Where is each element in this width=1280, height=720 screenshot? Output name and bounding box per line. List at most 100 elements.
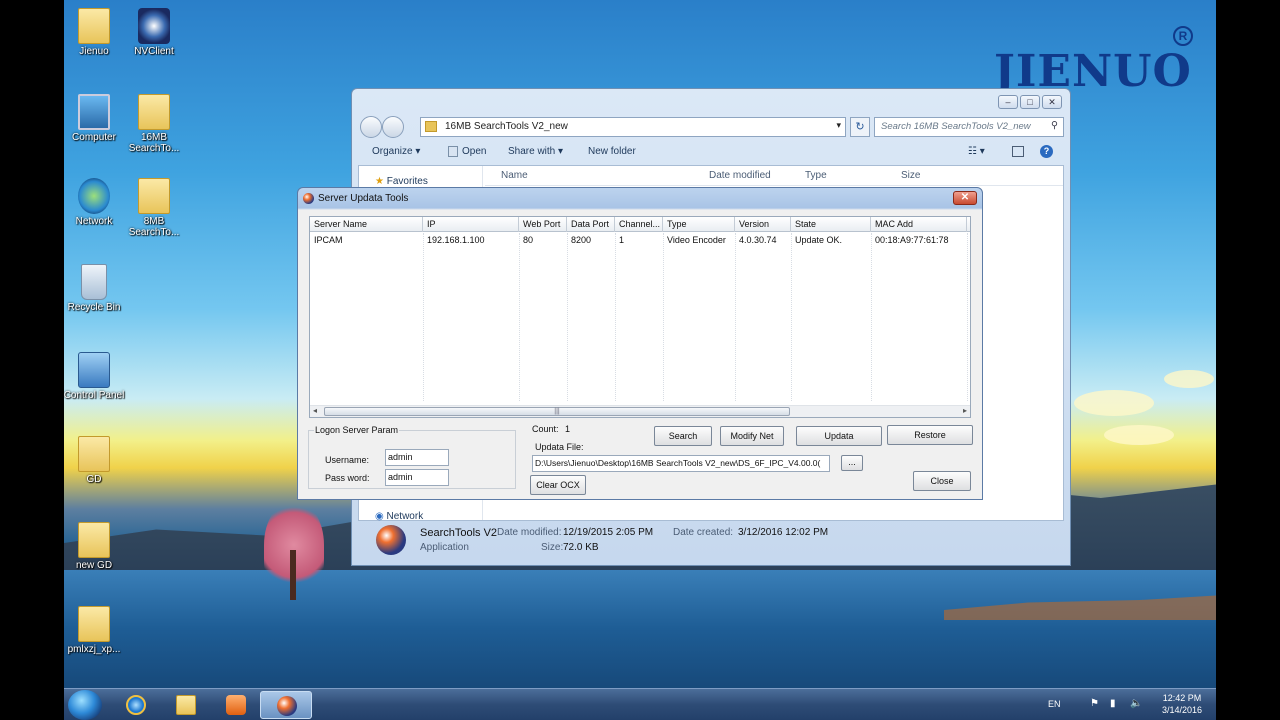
horizontal-scrollbar[interactable]: ◂ ||| ▸ <box>310 405 970 417</box>
column-headers: Name Date modified Type Size <box>485 166 1063 186</box>
navigation-bar: 16MB SearchTools V2_new ▾ ↻ Search 16MB … <box>358 115 1064 139</box>
taskbar-explorer[interactable] <box>160 691 212 719</box>
cell-web-port: 80 <box>523 235 534 245</box>
computer-icon <box>78 94 110 130</box>
cell-version: 4.0.30.74 <box>739 235 777 245</box>
chevron-down-icon[interactable]: ▾ <box>836 120 841 131</box>
flag-icon[interactable]: ⚑ <box>1090 698 1099 709</box>
organize-menu[interactable]: Organize ▾ <box>372 146 420 157</box>
nav-favorites[interactable]: ★ Favorites <box>375 176 428 187</box>
col-channel[interactable]: Channel... <box>615 217 663 232</box>
cell-data-port: 8200 <box>571 235 592 245</box>
close-button[interactable]: Close <box>913 471 971 491</box>
taskbar-internet-explorer[interactable] <box>110 691 162 719</box>
network-signal-icon[interactable]: ▮ <box>1110 698 1116 709</box>
open-button[interactable]: Open <box>462 146 486 157</box>
password-field[interactable]: admin <box>385 469 449 486</box>
restore-button[interactable]: Restore <box>887 425 973 445</box>
new-folder-button[interactable]: New folder <box>588 146 636 157</box>
start-button[interactable] <box>68 690 102 720</box>
taskbar: EN ⚑ ▮ 🔈 12:42 PM 3/14/2016 <box>64 688 1216 720</box>
close-button[interactable]: ✕ <box>1042 95 1062 109</box>
network-globe-icon <box>78 178 110 214</box>
taskbar-media-player[interactable] <box>210 691 262 719</box>
desktop-icon-8mb-searchtools[interactable]: 8MB SearchTo... <box>122 178 186 238</box>
scroll-right-icon[interactable]: ▸ <box>963 406 967 415</box>
taskbar-searchtools[interactable] <box>260 691 312 719</box>
username-label: Username: <box>325 455 370 465</box>
desktop-icon-control-panel[interactable]: Control Panel <box>62 352 126 401</box>
browse-button[interactable]: ... <box>841 455 863 471</box>
system-clock[interactable]: 12:42 PM 3/14/2016 <box>1162 692 1202 716</box>
search-icon: ⚲ <box>1051 120 1058 131</box>
date-modified-label: Date modified: <box>497 527 562 538</box>
col-ip[interactable]: IP <box>423 217 519 232</box>
desktop-icon-jienuo[interactable]: Jienuo <box>62 8 126 57</box>
column-name[interactable]: Name <box>501 170 528 181</box>
help-icon[interactable]: ? <box>1040 145 1053 158</box>
minimize-button[interactable]: – <box>998 95 1018 109</box>
desktop-icon-gd[interactable]: GD <box>62 436 126 485</box>
volume-icon[interactable]: 🔈 <box>1130 698 1142 709</box>
col-server-name[interactable]: Server Name <box>310 217 423 232</box>
desktop-icon-network[interactable]: Network <box>62 178 126 227</box>
scroll-thumb[interactable]: ||| <box>324 407 790 416</box>
letterbox-left <box>0 0 64 720</box>
desktop-icon-computer[interactable]: Computer <box>62 94 126 143</box>
col-version[interactable]: Version <box>735 217 791 232</box>
modify-net-button[interactable]: Modify Net <box>720 426 784 446</box>
open-icon <box>448 146 458 157</box>
server-list-grid[interactable]: Server Name IP Web Port Data Port Channe… <box>309 216 971 418</box>
preview-pane-icon[interactable] <box>1012 146 1024 157</box>
searchtools-icon <box>277 696 297 716</box>
media-player-icon <box>226 695 246 715</box>
search-input[interactable]: Search 16MB SearchTools V2_new ⚲ <box>874 117 1064 137</box>
username-field[interactable]: admin <box>385 449 449 466</box>
refresh-button[interactable]: ↻ <box>850 117 870 137</box>
desktop-icon-new-gd[interactable]: new GD <box>62 522 126 571</box>
desktop-icon-nvclient[interactable]: NVClient <box>122 8 186 57</box>
password-label: Pass word: <box>325 473 370 483</box>
desktop-icon-pmlxzj[interactable]: pmlxzj_xp... <box>62 606 126 655</box>
col-data-port[interactable]: Data Port <box>567 217 615 232</box>
address-bar[interactable]: 16MB SearchTools V2_new ▾ <box>420 117 846 137</box>
column-type[interactable]: Type <box>805 170 827 181</box>
desktop-icon-recycle-bin[interactable]: Recycle Bin <box>62 264 126 313</box>
control-panel-icon <box>78 352 110 388</box>
file-name: SearchTools V2 <box>420 527 498 539</box>
folder-icon <box>78 436 110 472</box>
folder-icon <box>138 94 170 130</box>
back-button[interactable] <box>360 116 382 138</box>
language-indicator[interactable]: EN <box>1048 699 1061 709</box>
folder-icon <box>176 695 196 715</box>
scroll-left-icon[interactable]: ◂ <box>313 406 317 415</box>
desktop-icon-16mb-searchtools[interactable]: 16MB SearchTo... <box>122 94 186 154</box>
updata-button[interactable]: Updata <box>796 426 882 446</box>
view-options-icon[interactable]: ☷ ▾ <box>968 146 985 157</box>
col-web-port[interactable]: Web Port <box>519 217 567 232</box>
search-button[interactable]: Search <box>654 426 712 446</box>
col-state[interactable]: State <box>791 217 871 232</box>
close-icon[interactable]: ✕ <box>953 191 977 205</box>
updata-file-field[interactable]: D:\Users\Jienuo\Desktop\16MB SearchTools… <box>532 455 830 472</box>
date-created-value: 3/12/2016 12:02 PM <box>738 527 829 538</box>
cell-type: Video Encoder <box>667 235 726 245</box>
share-with-menu[interactable]: Share with ▾ <box>508 146 563 157</box>
logon-server-param-group: Logon Server Param Username: admin Pass … <box>308 425 516 489</box>
column-date-modified[interactable]: Date modified <box>709 170 771 181</box>
column-size[interactable]: Size <box>901 170 920 181</box>
file-type: Application <box>420 542 469 553</box>
user-folder-icon <box>78 8 110 44</box>
clock-time: 12:42 PM <box>1162 693 1202 703</box>
logon-group-legend: Logon Server Param <box>315 425 399 435</box>
col-type[interactable]: Type <box>663 217 735 232</box>
col-mac-add[interactable]: MAC Add <box>871 217 967 232</box>
address-path: 16MB SearchTools V2_new <box>445 121 568 132</box>
maximize-button[interactable]: □ <box>1020 95 1040 109</box>
registered-mark: R <box>1173 26 1193 46</box>
date-modified-value: 12/19/2015 2:05 PM <box>563 527 654 538</box>
forward-button[interactable] <box>382 116 404 138</box>
date-created-label: Date created: <box>673 527 734 538</box>
updata-file-label: Updata File: <box>535 442 584 452</box>
clear-ocx-button[interactable]: Clear OCX <box>530 475 586 495</box>
